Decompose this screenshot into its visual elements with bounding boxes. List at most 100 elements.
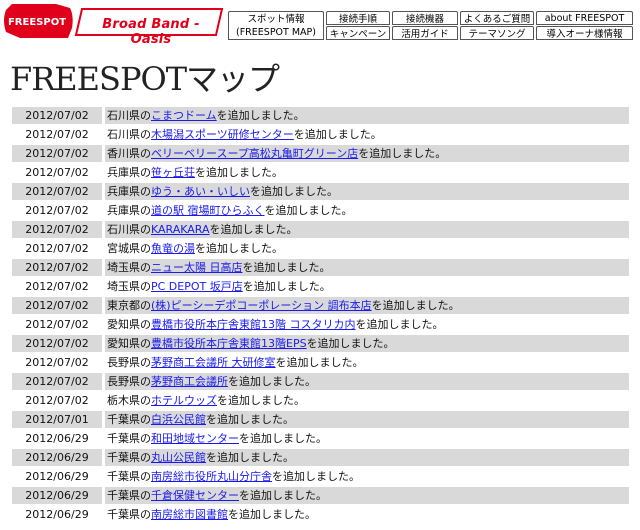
entry-prefecture: 石川県の xyxy=(107,223,151,236)
entry-text: 東京都の(株)ピーシーデポコーポレーション 調布本店を追加しました。 xyxy=(105,297,629,316)
entry-date: 2012/07/02 xyxy=(12,354,102,373)
entry-text: 千葉県の丸山公民館を追加しました。 xyxy=(105,449,629,468)
list-item: 2012/07/02 石川県のKARAKARAを追加しました。 xyxy=(12,221,629,240)
list-item: 2012/06/29 千葉県の南房総市役所丸山分庁舎を追加しました。 xyxy=(12,468,629,487)
entry-prefecture: 長野県の xyxy=(107,375,151,388)
entry-suffix: を追加しました。 xyxy=(275,356,364,369)
entry-suffix: を追加しました。 xyxy=(355,318,444,331)
spot-link[interactable]: 木場潟スポーツ研修センター xyxy=(151,128,294,141)
list-item: 2012/07/02 愛知県の豊橋市役所本庁舎東館13階 コスタリカ内を追加しまし… xyxy=(12,316,629,335)
nav-campaign[interactable]: キャンペーン xyxy=(326,26,390,40)
entry-suffix: を追加しました。 xyxy=(206,451,294,464)
entry-text: 千葉県の和田地域センターを追加しました。 xyxy=(105,430,629,449)
list-item: 2012/07/02 兵庫県の道の駅 宿場町ひらふくを追加しました。 xyxy=(12,202,629,221)
main-nav: スポット情報 (FREESPOT MAP) 接続手順 キャンペーン 接続機器 活… xyxy=(228,11,640,41)
nav-theme-song[interactable]: テーマソング xyxy=(460,26,534,40)
entry-date: 2012/07/02 xyxy=(12,278,102,297)
spot-link[interactable]: 千倉保健センター xyxy=(151,489,239,502)
entry-prefecture: 香川県の xyxy=(107,147,151,160)
entry-prefecture: 石川県の xyxy=(107,109,151,122)
entry-prefecture: 兵庫県の xyxy=(107,185,151,198)
spot-link[interactable]: PC DEPOT 坂戸店 xyxy=(151,280,243,293)
nav-label: テーマソング xyxy=(468,29,526,40)
entry-text: 栃木県のホテルウッズを追加しました。 xyxy=(105,392,629,411)
entry-prefecture: 石川県の xyxy=(107,128,151,141)
spot-link[interactable]: 白浜公民館 xyxy=(151,413,206,426)
entry-date: 2012/07/02 xyxy=(12,164,102,183)
list-item: 2012/07/02 宮城県の魚竜の湯を追加しました。 xyxy=(12,240,629,259)
entry-date: 2012/07/02 xyxy=(12,107,102,126)
spot-link[interactable]: 豊橋市役所本庁舎東館13階 コスタリカ内 xyxy=(151,318,356,331)
entry-prefecture: 愛知県の xyxy=(107,318,151,331)
spot-link[interactable]: 和田地域センター xyxy=(151,432,239,445)
spot-link[interactable]: 茅野商工会議所 大研修室 xyxy=(151,356,276,369)
spot-link[interactable]: 丸山公民館 xyxy=(151,451,206,464)
list-item: 2012/07/02 石川県のこまつドームを追加しました。 xyxy=(12,107,629,126)
entry-date: 2012/07/02 xyxy=(12,392,102,411)
entry-date: 2012/07/02 xyxy=(12,202,102,221)
spot-link[interactable]: ゆう・あい・いしい xyxy=(151,185,250,198)
entry-text: 宮城県の魚竜の湯を追加しました。 xyxy=(105,240,629,259)
entry-suffix: を追加しました。 xyxy=(250,185,338,198)
nav-label: スポット情報 xyxy=(247,13,305,25)
site-header: FREESPOT Broad Band - Oasis スポット情報 (FREE… xyxy=(0,0,640,47)
nav-owner-info[interactable]: 導入オーナ様情報 xyxy=(536,26,633,40)
entry-prefecture: 兵庫県の xyxy=(107,166,151,179)
spot-link[interactable]: 笹ヶ丘荘 xyxy=(151,166,195,179)
list-item: 2012/07/02 兵庫県のゆう・あい・いしいを追加しました。 xyxy=(12,183,629,202)
nav-devices[interactable]: 接続機器 xyxy=(392,11,458,25)
nav-label: 導入オーナ様情報 xyxy=(546,29,623,40)
spot-link[interactable]: (株)ピーシーデポコーポレーション 調布本店 xyxy=(151,299,372,312)
entry-prefecture: 千葉県の xyxy=(107,432,151,445)
spot-link[interactable]: ホテルウッズ xyxy=(151,394,217,407)
entry-prefecture: 千葉県の xyxy=(107,413,151,426)
entry-prefecture: 埼玉県の xyxy=(107,280,151,293)
spot-link[interactable]: ニュー太陽 日高店 xyxy=(151,261,243,274)
entry-prefecture: 愛知県の xyxy=(107,337,151,350)
entry-text: 愛知県の豊橋市役所本庁舎東館13階 コスタリカ内を追加しました。 xyxy=(105,316,629,335)
spot-link[interactable]: 南房総市図書館 xyxy=(151,508,228,521)
spot-link[interactable]: 豊橋市役所本庁舎東館13階EPS xyxy=(151,337,307,350)
broadband-oasis-banner: Broad Band - Oasis xyxy=(74,8,224,47)
entry-text: 石川県の木場潟スポーツ研修センターを追加しました。 xyxy=(105,126,629,145)
freespot-logo[interactable]: FREESPOT xyxy=(0,2,74,42)
entry-date: 2012/07/02 xyxy=(12,221,102,240)
spot-link[interactable]: 魚竜の湯 xyxy=(151,242,195,255)
nav-usage-guide[interactable]: 活用ガイド xyxy=(392,26,458,40)
entry-date: 2012/07/02 xyxy=(12,373,102,392)
entry-date: 2012/07/02 xyxy=(12,145,102,164)
spot-link[interactable]: 南房総市役所丸山分庁舎 xyxy=(151,470,272,483)
spot-link[interactable]: こまつドーム xyxy=(151,109,217,122)
spot-link[interactable]: 道の駅 宿場町ひらふく xyxy=(151,204,265,217)
entry-suffix: を追加しました。 xyxy=(264,204,353,217)
entry-prefecture: 長野県の xyxy=(107,356,151,369)
list-item: 2012/06/29 千葉県の南房総市図書館を追加しました。 xyxy=(12,506,629,525)
nav-connect-guide[interactable]: 接続手順 xyxy=(326,11,390,25)
nav-label: 接続機器 xyxy=(405,14,444,25)
entry-date: 2012/07/02 xyxy=(12,240,102,259)
entry-suffix: を追加しました。 xyxy=(242,261,331,274)
entry-text: 長野県の茅野商工会議所を追加しました。 xyxy=(105,373,629,392)
spot-link[interactable]: KARAKARA xyxy=(151,223,210,236)
nav-about[interactable]: about FREESPOT xyxy=(536,11,633,25)
spot-link[interactable]: 茅野商工会議所 xyxy=(151,375,228,388)
entry-text: 愛知県の豊橋市役所本庁舎東館13階EPSを追加しました。 xyxy=(105,335,629,354)
spot-link[interactable]: ベリーベリースープ高松丸亀町グリーン店 xyxy=(151,147,358,160)
entry-text: 埼玉県のニュー太陽 日高店を追加しました。 xyxy=(105,259,629,278)
nav-spot-info[interactable]: スポット情報 (FREESPOT MAP) xyxy=(228,11,324,40)
entry-date: 2012/07/02 xyxy=(12,335,102,354)
list-item: 2012/07/02 東京都の(株)ピーシーデポコーポレーション 調布本店を追加し… xyxy=(12,297,629,316)
entry-suffix: を追加しました。 xyxy=(228,508,316,521)
entry-prefecture: 兵庫県の xyxy=(107,204,151,217)
entry-suffix: を追加しました。 xyxy=(206,413,294,426)
list-item: 2012/07/02 石川県の木場潟スポーツ研修センターを追加しました。 xyxy=(12,126,629,145)
entry-text: 石川県のKARAKARAを追加しました。 xyxy=(105,221,629,240)
entry-date: 2012/06/29 xyxy=(12,506,102,525)
nav-faq[interactable]: よくあるご質問 xyxy=(460,11,534,25)
list-item: 2012/06/29 千葉県の千倉保健センターを追加しました。 xyxy=(12,487,629,506)
entry-date: 2012/07/02 xyxy=(12,183,102,202)
entry-text: 兵庫県のゆう・あい・いしいを追加しました。 xyxy=(105,183,629,202)
nav-label: (FREESPOT MAP) xyxy=(236,26,316,38)
list-item: 2012/07/02 埼玉県のニュー太陽 日高店を追加しました。 xyxy=(12,259,629,278)
entry-date: 2012/07/02 xyxy=(12,297,102,316)
